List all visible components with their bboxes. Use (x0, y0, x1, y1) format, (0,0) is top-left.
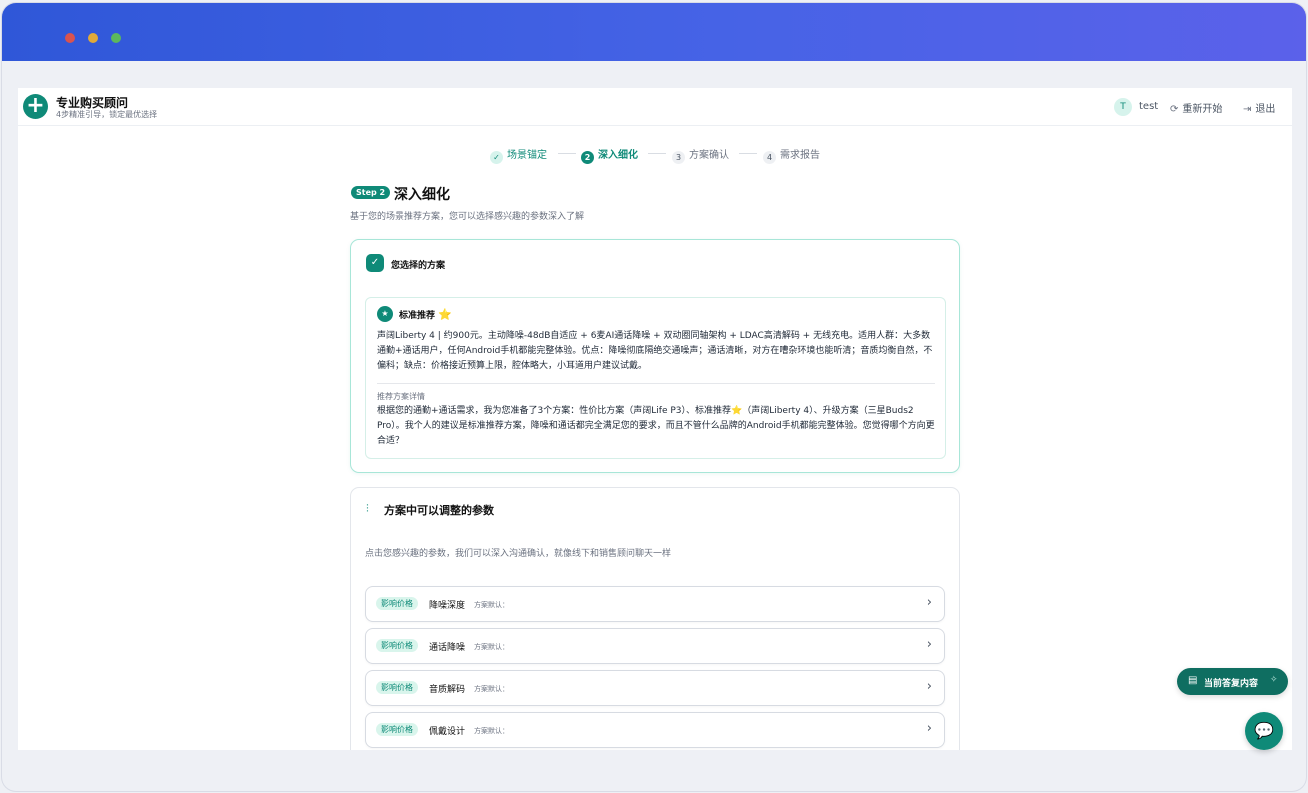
recommended-plan-title: 标准推荐 ⭐ (399, 308, 452, 321)
param-default: 方案默认： (474, 601, 509, 609)
step-connector (739, 153, 757, 154)
adjustable-params-desc: 点击您感兴趣的参数，我们可以深入沟通确认，就像线下和销售顾问聊天一样 (365, 549, 672, 559)
current-reply-label: 当前答复内容 (1204, 679, 1259, 689)
app-subtitle: 4步精准引导，锁定最优选择 (56, 110, 158, 119)
logout-button[interactable]: ⇥ 退出 (1243, 100, 1275, 115)
chat-icon: 💬 (1254, 721, 1274, 740)
chevron-right-icon: › (926, 595, 932, 610)
star-icon: ⭐ (438, 308, 452, 321)
adjustable-params-card: ⫶ 方案中可以调整的参数 点击您感兴趣的参数，我们可以深入沟通确认，就像线下和销… (350, 487, 960, 750)
step-1-label: 场景锚定 (507, 150, 547, 161)
app-header: + 专业购买顾问 4步精准引导，锁定最优选择 T test ⟳ 重新开始 ⇥ 退出 (18, 88, 1292, 126)
step-2-number: 2 (581, 151, 594, 164)
step-connector (558, 153, 576, 154)
logout-label: 退出 (1255, 104, 1276, 115)
step-1-check-icon: ✓ (490, 151, 503, 164)
divider (377, 383, 935, 384)
recommended-plan-box: ★ 标准推荐 ⭐ 声阔Liberty 4 | 约900元。主动降噪-48dB自适应… (365, 297, 946, 459)
step-badge: Step 2 (351, 186, 391, 199)
chevron-right-icon: › (926, 721, 932, 736)
logout-icon: ⇥ (1243, 104, 1252, 115)
param-name: 音质解码 (429, 685, 466, 695)
plan-detail-label: 推荐方案详情 (377, 392, 425, 401)
chat-bubble-button[interactable]: 💬 (1245, 712, 1283, 750)
minimize-window-dot[interactable] (88, 33, 98, 43)
window-titlebar (2, 3, 1306, 61)
refresh-icon: ⟳ (1170, 104, 1179, 115)
plan-detail-body: 根据您的通勤+通话需求，我为您准备了3个方案：性价比方案（声阔Life P3）、… (377, 406, 935, 446)
param-default: 方案默认： (474, 643, 509, 651)
param-item[interactable]: 影响价格 佩戴设计 方案默认： › (365, 712, 945, 748)
document-icon: ▤ (1188, 675, 1198, 686)
app-window: + 专业购买顾问 4步精准引导，锁定最优选择 T test ⟳ 重新开始 ⇥ 退出 … (2, 3, 1306, 791)
step-connector (648, 153, 666, 154)
param-name: 降噪深度 (429, 601, 466, 611)
adjustable-params-title: 方案中可以调整的参数 (384, 504, 494, 517)
maximize-window-dot[interactable] (111, 33, 121, 43)
plus-logo-icon: + (23, 94, 48, 119)
chevron-right-icon: › (926, 637, 932, 652)
step-3-label: 方案确认 (689, 150, 729, 161)
step-4-label: 需求报告 (780, 150, 820, 161)
user-avatar[interactable]: T (1114, 98, 1132, 116)
price-impact-tag: 影响价格 (376, 597, 418, 610)
param-name: 佩戴设计 (429, 727, 466, 737)
close-window-dot[interactable] (65, 33, 75, 43)
app-content: + 专业购买顾问 4步精准引导，锁定最优选择 T test ⟳ 重新开始 ⇥ 退出 … (18, 88, 1292, 750)
step-2[interactable]: 2 深入细化 (581, 146, 638, 164)
param-default: 方案默认： (474, 727, 509, 735)
check-circle-icon: ✓ (366, 254, 384, 272)
restart-label: 重新开始 (1182, 104, 1223, 115)
step-4-number: 4 (763, 151, 776, 164)
sliders-icon: ⫶ (366, 502, 369, 515)
sparkle-icon: ✧ (1270, 675, 1278, 685)
chevron-right-icon: › (926, 679, 932, 694)
step-2-label: 深入细化 (598, 150, 638, 161)
user-name: test (1139, 101, 1159, 112)
param-item[interactable]: 影响价格 通话降噪 方案默认： › (365, 628, 945, 664)
param-name: 通话降噪 (429, 643, 466, 653)
selected-plan-title: 您选择的方案 (391, 261, 446, 271)
price-impact-tag: 影响价格 (376, 723, 418, 736)
param-item[interactable]: 影响价格 音质解码 方案默认： › (365, 670, 945, 706)
restart-button[interactable]: ⟳ 重新开始 (1170, 100, 1222, 115)
current-reply-button[interactable]: ▤ 当前答复内容 ✧ (1177, 668, 1288, 695)
selected-plan-card: ✓ 您选择的方案 ★ 标准推荐 ⭐ 声阔Liberty 4 | 约900元。主动降… (350, 239, 960, 473)
recommended-plan-body: 声阔Liberty 4 | 约900元。主动降噪-48dB自适应 + 6麦AI通… (377, 331, 933, 371)
step-3[interactable]: 3 方案确认 (672, 146, 729, 164)
step-3-number: 3 (672, 151, 685, 164)
page-title: 深入细化 (394, 187, 450, 203)
param-item[interactable]: 影响价格 降噪深度 方案默认： › (365, 586, 945, 622)
price-impact-tag: 影响价格 (376, 681, 418, 694)
recommended-plan-label: 标准推荐 (399, 311, 436, 321)
price-impact-tag: 影响价格 (376, 639, 418, 652)
step-1[interactable]: ✓ 场景锚定 (490, 146, 547, 164)
page-description: 基于您的场景推荐方案，您可以选择感兴趣的参数深入了解 (350, 212, 585, 222)
step-4[interactable]: 4 需求报告 (763, 146, 820, 164)
param-default: 方案默认： (474, 685, 509, 693)
progress-stepper: ✓ 场景锚定 2 深入细化 3 方案确认 4 需求报告 (18, 146, 1292, 166)
star-badge-icon: ★ (377, 306, 393, 322)
